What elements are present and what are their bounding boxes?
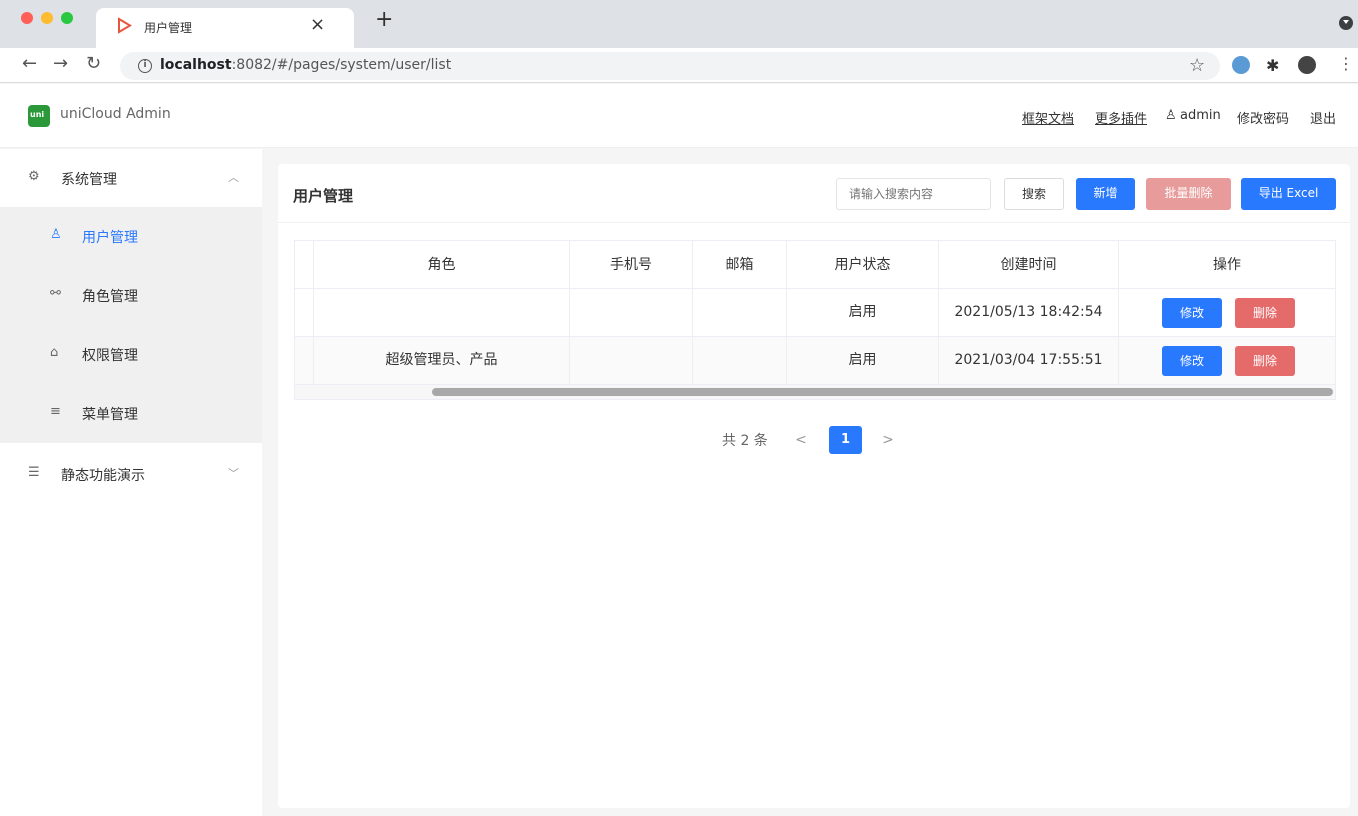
forward-arrow-icon[interactable]: → [53,53,68,75]
cell-email [693,337,787,384]
row-checkbox[interactable] [295,337,314,384]
column-header-actions: 操作 [1213,257,1241,273]
puzzle-icon[interactable]: ✱ [1266,56,1284,75]
sidebar-item-menus[interactable]: ≡ 菜单管理 [0,384,262,443]
user-table: 角色 手机号 邮箱 用户状态 创建时间 操作 启用 2021/05/13 18:… [294,240,1336,400]
back-arrow-icon[interactable]: ← [22,53,37,75]
search-input[interactable] [836,178,991,210]
row-checkbox[interactable] [295,289,314,336]
sidebar-group-system[interactable]: ⚙ 系统管理 ︿ [0,149,262,207]
sidebar-group-label: 系统管理 [61,172,117,188]
pagination-next-button[interactable]: > [872,426,904,454]
search-button[interactable]: 搜索 [1004,178,1064,210]
app-logo [28,105,50,127]
cell-phone [570,289,693,336]
role-icon: ⚯ [50,286,61,301]
cell-created: 2021/03/04 17:55:51 [939,337,1119,384]
pagination-page-button[interactable]: 1 [829,426,862,454]
cell-created: 2021/05/13 18:42:54 [939,289,1119,336]
app-header: uniCloud Admin 框架文档 更多插件 ♙ admin 修改密码 退出 [0,84,1358,148]
info-icon[interactable]: i [138,59,152,73]
docs-link[interactable]: 框架文档 [1022,108,1074,127]
add-button[interactable]: 新增 [1076,178,1135,210]
browser-tab-bar: 用户管理 × + [0,0,1358,48]
cell-status: 启用 [787,289,939,336]
browser-tab[interactable]: 用户管理 × [96,8,354,48]
logout-link[interactable]: 退出 [1310,108,1336,127]
sidebar-group-demo[interactable]: ☰ 静态功能演示 ﹀ [0,445,262,503]
new-tab-button[interactable]: + [375,9,393,31]
column-header-created: 创建时间 [939,241,1119,289]
divider [278,222,1350,223]
column-header-status: 用户状态 [787,241,939,289]
sidebar-group-label: 静态功能演示 [61,468,145,484]
cell-phone [570,337,693,384]
table-row: 启用 2021/05/13 18:42:54 修改 删除 [295,289,1335,337]
export-excel-button[interactable]: 导出 Excel [1241,178,1336,210]
cell-email [693,289,787,336]
pagination-prev-button[interactable]: < [785,426,817,454]
user-icon: ♙ [1165,108,1177,123]
extension-icon[interactable] [1232,56,1250,74]
list-icon: ☰ [28,465,40,480]
user-icon: ♙ [50,227,62,242]
reload-icon[interactable]: ↻ [86,53,101,75]
sidebar-item-roles[interactable]: ⚯ 角色管理 [0,266,262,325]
maximize-window-button[interactable] [61,12,73,24]
bookmark-star-icon[interactable]: ☆ [1189,55,1205,76]
horizontal-scrollbar[interactable] [295,385,1335,399]
batch-delete-button[interactable]: 批量删除 [1146,178,1231,210]
tab-search-icon[interactable] [1339,16,1353,30]
checkbox-column-header[interactable] [295,241,314,289]
column-header-role: 角色 [314,241,570,289]
user-management-card: 用户管理 搜索 新增 批量删除 导出 Excel 角色 手机号 邮箱 用户状态 … [278,164,1350,808]
change-password-link[interactable]: 修改密码 [1237,108,1289,127]
page-title: 用户管理 [293,187,354,205]
browser-toolbar: ← → ↻ i localhost:8082/#/pages/system/us… [0,48,1358,83]
address-bar[interactable]: i localhost:8082/#/pages/system/user/lis… [120,52,1220,80]
minimize-window-button[interactable] [41,12,53,24]
chevron-down-icon: ﹀ [228,467,239,480]
delete-button[interactable]: 删除 [1235,298,1295,328]
scrollbar-thumb[interactable] [432,388,1333,396]
menu-icon: ≡ [50,404,61,419]
tab-close-button[interactable]: × [310,14,325,35]
cell-role [314,289,570,336]
lock-icon: ⌂ [50,345,59,360]
edit-button[interactable]: 修改 [1162,298,1222,328]
gear-icon: ⚙ [28,169,40,184]
table-row: 超级管理员、产品 启用 2021/03/04 17:55:51 修改 删除 [295,337,1335,385]
profile-avatar-icon[interactable] [1298,56,1316,74]
url-text: localhost:8082/#/pages/system/user/list [160,57,452,73]
cell-actions: 修改 删除 [1119,289,1335,336]
pagination-total: 共 2 条 [722,433,768,449]
table-header: 角色 手机号 邮箱 用户状态 创建时间 操作 [295,241,1335,289]
close-window-button[interactable] [21,12,33,24]
more-menu-icon[interactable]: ⋮ [1338,54,1354,73]
chevron-up-icon: ︿ [228,171,239,184]
tab-title: 用户管理 [144,21,193,35]
app-title: uniCloud Admin [60,106,171,122]
sidebar-item-users[interactable]: ♙ 用户管理 [0,207,262,266]
column-header-phone: 手机号 [570,241,693,289]
sidebar-item-label: 权限管理 [82,348,138,364]
sidebar-item-permissions[interactable]: ⌂ 权限管理 [0,325,262,384]
sidebar-item-label: 角色管理 [82,289,138,305]
username[interactable]: admin [1180,108,1221,123]
sidebar-item-label: 菜单管理 [82,407,138,423]
column-header-email: 邮箱 [693,241,787,289]
plugins-link[interactable]: 更多插件 [1095,108,1147,127]
edit-button[interactable]: 修改 [1162,346,1222,376]
sidebar-item-label: 用户管理 [82,230,138,246]
cell-status: 启用 [787,337,939,384]
delete-button[interactable]: 删除 [1235,346,1295,376]
cell-actions: 修改 删除 [1119,337,1335,384]
sidebar: ⚙ 系统管理 ︿ ♙ 用户管理 ⚯ 角色管理 ⌂ 权限管理 ≡ 菜单管理 ☰ 静… [0,149,262,816]
favicon-icon [118,17,132,34]
cell-role: 超级管理员、产品 [314,337,570,384]
